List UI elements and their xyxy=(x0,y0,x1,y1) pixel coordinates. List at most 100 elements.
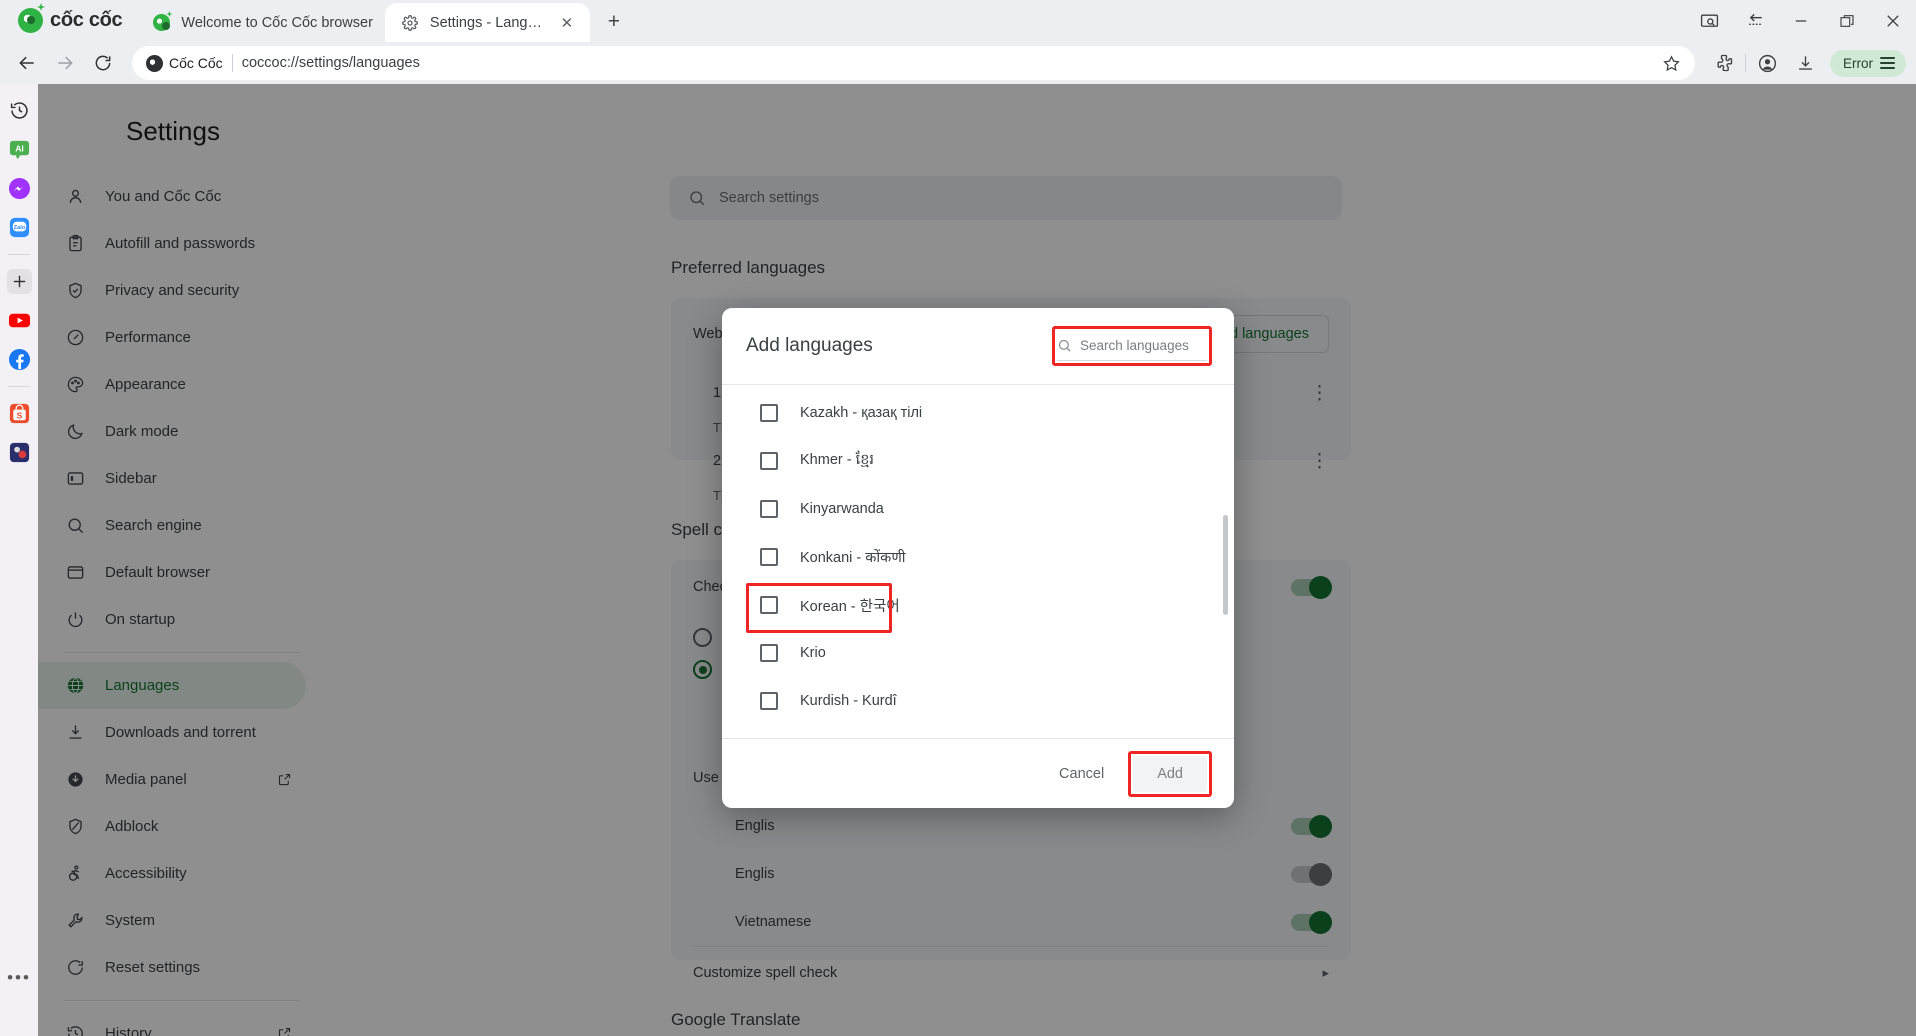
checkbox[interactable] xyxy=(760,500,778,518)
sidebar-item-on-startup[interactable]: On startup xyxy=(38,596,306,643)
kebab-menu-icon[interactable]: ⋮ xyxy=(1310,452,1329,471)
spell-check-title: Spell check xyxy=(671,520,758,539)
language-option-khmer[interactable]: Khmer - ខ្មែរ xyxy=(722,437,1234,485)
gear-icon xyxy=(401,13,420,32)
sidebar-item-label: Dark mode xyxy=(105,423,179,440)
language-options: Kazakh - қазақ тілі Khmer - ខ្មែរ Kinyar… xyxy=(722,385,1234,738)
dialog-language-list[interactable]: Kazakh - қазақ тілі Khmer - ខ្មែរ Kinyar… xyxy=(722,384,1234,738)
checkbox[interactable] xyxy=(760,596,778,614)
minimize-icon[interactable] xyxy=(1778,0,1824,42)
language-option-konkani[interactable]: Konkani - कोंकणी xyxy=(722,533,1234,581)
spell-check-language-row: Vietnamese xyxy=(671,898,1351,946)
sidebar-item-label: System xyxy=(105,912,156,929)
reset-icon xyxy=(64,958,86,977)
sidebar-item-autofill-and-passwords[interactable]: Autofill and passwords xyxy=(38,220,306,267)
address-bar[interactable]: Cốc Cốc coccoc://settings/languages xyxy=(132,46,1695,80)
ai-icon[interactable]: AI xyxy=(7,137,32,162)
coccoc-favicon xyxy=(152,11,173,32)
zalo-icon[interactable]: Zalo xyxy=(7,215,32,240)
checkbox[interactable] xyxy=(760,548,778,566)
wrench-icon xyxy=(64,911,86,930)
youtube-icon[interactable] xyxy=(7,308,32,333)
language-option-korean[interactable]: Korean - 한국어 xyxy=(722,581,1234,633)
sidebar-icon xyxy=(64,469,86,488)
sidebar-item-media-panel[interactable]: Media panel xyxy=(38,756,306,803)
sidebar-item-adblock[interactable]: Adblock xyxy=(38,803,306,850)
reload-icon[interactable] xyxy=(86,46,120,80)
sidebar-item-label: Accessibility xyxy=(105,865,187,882)
spell-language-toggle[interactable] xyxy=(1291,910,1332,934)
rail-divider xyxy=(8,386,30,387)
language-option-kazakh[interactable]: Kazakh - қазақ тілі xyxy=(722,389,1234,437)
profile-icon[interactable] xyxy=(1750,46,1784,80)
sidebar-item-languages[interactable]: Languages xyxy=(38,662,306,709)
sidebar-item-accessibility[interactable]: Accessibility xyxy=(38,850,306,897)
search-icon xyxy=(64,516,86,535)
sidebar-item-system[interactable]: System xyxy=(38,897,306,944)
close-window-icon[interactable] xyxy=(1870,0,1916,42)
downloads-icon[interactable] xyxy=(1788,46,1822,80)
sidebar-item-search-engine[interactable]: Search engine xyxy=(38,502,306,549)
sidebar-item-history[interactable]: History xyxy=(38,1010,306,1036)
close-icon[interactable]: ✕ xyxy=(556,12,578,34)
page-title: Settings xyxy=(126,116,220,146)
enhanced-radio[interactable] xyxy=(693,660,712,679)
restore-icon[interactable] xyxy=(1824,0,1870,42)
rail-more-icon[interactable]: ••• xyxy=(7,968,31,988)
language-label: Konkani - कोंकणी xyxy=(800,550,906,566)
sidebar-item-sidebar[interactable]: Sidebar xyxy=(38,455,306,502)
checkbox[interactable] xyxy=(760,452,778,470)
language-option-kinyarwanda[interactable]: Kinyarwanda xyxy=(722,485,1234,533)
language-option-kyrgyz[interactable]: Kyrgyz - кыргызча xyxy=(722,725,1234,738)
add-icon[interactable] xyxy=(6,269,32,294)
sidebar-item-privacy-and-security[interactable]: Privacy and security xyxy=(38,267,306,314)
sidebar-item-dark-mode[interactable]: Dark mode xyxy=(38,408,306,455)
back-arrow-icon[interactable] xyxy=(1732,0,1778,42)
media-download-icon xyxy=(64,770,86,789)
sidebar-divider xyxy=(64,652,300,653)
checkbox[interactable] xyxy=(760,404,778,422)
sidebar-item-reset-settings[interactable]: Reset settings xyxy=(38,944,306,991)
forward-icon[interactable] xyxy=(48,46,82,80)
game-icon[interactable] xyxy=(7,440,32,465)
search-languages-input[interactable]: Search languages xyxy=(1057,331,1207,361)
extensions-icon[interactable] xyxy=(1707,46,1741,80)
language-option-krio[interactable]: Krio xyxy=(722,629,1234,677)
browser-window-icon xyxy=(64,563,86,582)
bookmark-star-icon[interactable] xyxy=(1662,54,1681,73)
add-button[interactable]: Add xyxy=(1133,755,1207,792)
checkbox[interactable] xyxy=(760,644,778,662)
browser-toolbar: Cốc Cốc coccoc://settings/languages Erro… xyxy=(0,42,1916,84)
sidebar-item-downloads-and-torrent[interactable]: Downloads and torrent xyxy=(38,709,306,756)
url-text[interactable]: coccoc://settings/languages xyxy=(242,55,420,71)
shopee-icon[interactable]: S xyxy=(7,401,32,426)
sidebar-item-default-browser[interactable]: Default browser xyxy=(38,549,306,596)
tab-settings[interactable]: Settings - Languages ✕ xyxy=(384,3,590,42)
sidebar-item-label: Search engine xyxy=(105,517,202,534)
spell-language-toggle[interactable] xyxy=(1291,814,1332,838)
chevron-right-icon: ▸ xyxy=(1322,965,1329,980)
basic-radio[interactable] xyxy=(693,627,712,647)
messenger-icon[interactable] xyxy=(7,176,32,201)
tab-welcome[interactable]: Welcome to Cốc Cốc browser xyxy=(136,3,385,42)
globe-icon xyxy=(64,676,86,695)
sidebar-item-performance[interactable]: Performance xyxy=(38,314,306,361)
spell-language-toggle[interactable] xyxy=(1291,862,1332,886)
error-menu-chip[interactable]: Error xyxy=(1830,49,1906,77)
checkbox[interactable] xyxy=(760,692,778,710)
sidebar-item-appearance[interactable]: Appearance xyxy=(38,361,306,408)
customize-spell-check-row[interactable]: Customize spell check ▸ xyxy=(671,947,1351,999)
dialog-scrollbar[interactable] xyxy=(1223,515,1228,615)
cancel-button[interactable]: Cancel xyxy=(1041,756,1122,792)
new-tab-button[interactable]: + xyxy=(598,6,630,38)
screenshot-icon[interactable] xyxy=(1686,0,1732,42)
facebook-icon[interactable] xyxy=(7,347,32,372)
kebab-menu-icon[interactable]: ⋮ xyxy=(1310,384,1329,403)
spell-check-toggle[interactable] xyxy=(1291,575,1332,599)
search-settings-input[interactable]: Search settings xyxy=(670,176,1342,220)
language-option-kurdish[interactable]: Kurdish - Kurdî xyxy=(722,677,1234,725)
back-icon[interactable] xyxy=(10,46,44,80)
menu-icon[interactable] xyxy=(1880,57,1895,69)
history-icon[interactable] xyxy=(7,98,32,123)
sidebar-item-you-and-coccoc[interactable]: You and Cốc Cốc xyxy=(38,173,306,220)
